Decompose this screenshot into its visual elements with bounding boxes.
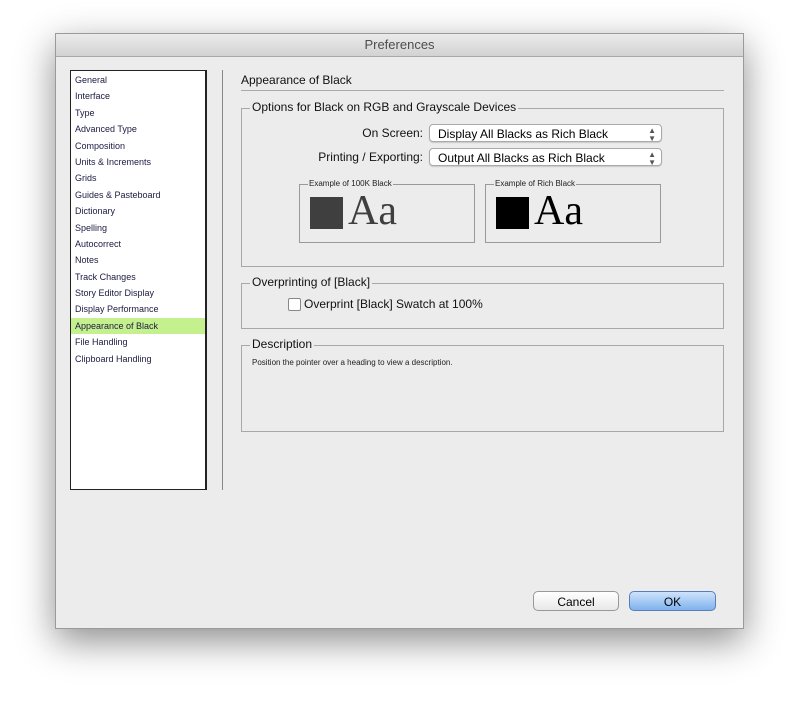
updown-arrows-icon: ▲ ▼ <box>648 126 656 143</box>
printing-select[interactable]: Output All Blacks as Rich Black ▲ ▼ <box>429 148 662 167</box>
sidebar-item[interactable]: Spelling <box>71 220 205 236</box>
sidebar-item[interactable]: Interface <box>71 88 205 104</box>
list-scrollbar[interactable] <box>207 70 223 490</box>
description-text: Position the pointer over a heading to v… <box>252 358 453 367</box>
sidebar-item[interactable]: Autocorrect <box>71 236 205 252</box>
updown-arrows-icon: ▲ ▼ <box>648 150 656 167</box>
description-group: Description Position the pointer over a … <box>241 337 724 432</box>
example-100k-black: Example of 100K Black Aa <box>299 179 475 243</box>
100k-sample-text: Aa <box>348 188 397 234</box>
sidebar-item[interactable]: Clipboard Handling <box>71 351 205 367</box>
sidebar-item[interactable]: Appearance of Black <box>71 317 205 335</box>
printing-label: Printing / Exporting: <box>318 150 423 164</box>
example-rich-black: Example of Rich Black Aa <box>485 179 661 243</box>
on-screen-select[interactable]: Display All Blacks as Rich Black ▲ ▼ <box>429 124 662 143</box>
on-screen-label: On Screen: <box>362 126 423 140</box>
options-group: Options for Black on RGB and Grayscale D… <box>241 100 724 267</box>
sidebar-item[interactable]: General <box>71 72 205 88</box>
sidebar-item[interactable]: Units & Increments <box>71 154 205 170</box>
sidebar-item[interactable]: File Handling <box>71 334 205 350</box>
overprint-checkbox[interactable] <box>288 298 301 311</box>
100k-swatch <box>310 197 343 229</box>
overprint-checkbox-label[interactable]: Overprint [Black] Swatch at 100% <box>304 297 483 311</box>
on-screen-value: Display All Blacks as Rich Black <box>438 127 609 141</box>
sidebar-item[interactable]: Track Changes <box>71 269 205 285</box>
rich-swatch <box>496 197 529 229</box>
sidebar-item[interactable]: Guides & Pasteboard <box>71 187 205 203</box>
preferences-dialog: Preferences General Interface Type Advanced… <box>55 33 744 629</box>
sidebar-item[interactable]: Type <box>71 105 205 121</box>
preferences-category-list[interactable]: General Interface Type Advanced Type Composi… <box>70 70 207 490</box>
sidebar-item[interactable]: Dictionary <box>71 203 205 219</box>
example-100k-label: Example of 100K Black <box>308 179 393 188</box>
sidebar-item[interactable]: Story Editor Display <box>71 285 205 301</box>
ok-button[interactable]: OK <box>629 591 716 611</box>
sidebar-item[interactable]: Grids <box>71 170 205 186</box>
overprint-group-title: Overprinting of [Black] <box>250 275 373 289</box>
rich-sample-text: Aa <box>534 188 583 234</box>
divider <box>241 90 724 91</box>
page-title: Appearance of Black <box>241 73 352 87</box>
sidebar-item[interactable]: Advanced Type <box>71 121 205 137</box>
overprint-group: Overprinting of [Black] Overprint [Black… <box>241 275 724 329</box>
title-bar: Preferences <box>56 34 743 57</box>
cancel-button[interactable]: Cancel <box>533 591 619 611</box>
description-title: Description <box>250 337 315 351</box>
sidebar-item[interactable]: Display Performance <box>71 301 205 317</box>
options-group-title: Options for Black on RGB and Grayscale D… <box>250 100 519 114</box>
example-rich-label: Example of Rich Black <box>494 179 577 188</box>
printing-value: Output All Blacks as Rich Black <box>438 151 605 165</box>
sidebar-item[interactable]: Notes <box>71 252 205 268</box>
sidebar-item[interactable]: Composition <box>71 138 205 154</box>
